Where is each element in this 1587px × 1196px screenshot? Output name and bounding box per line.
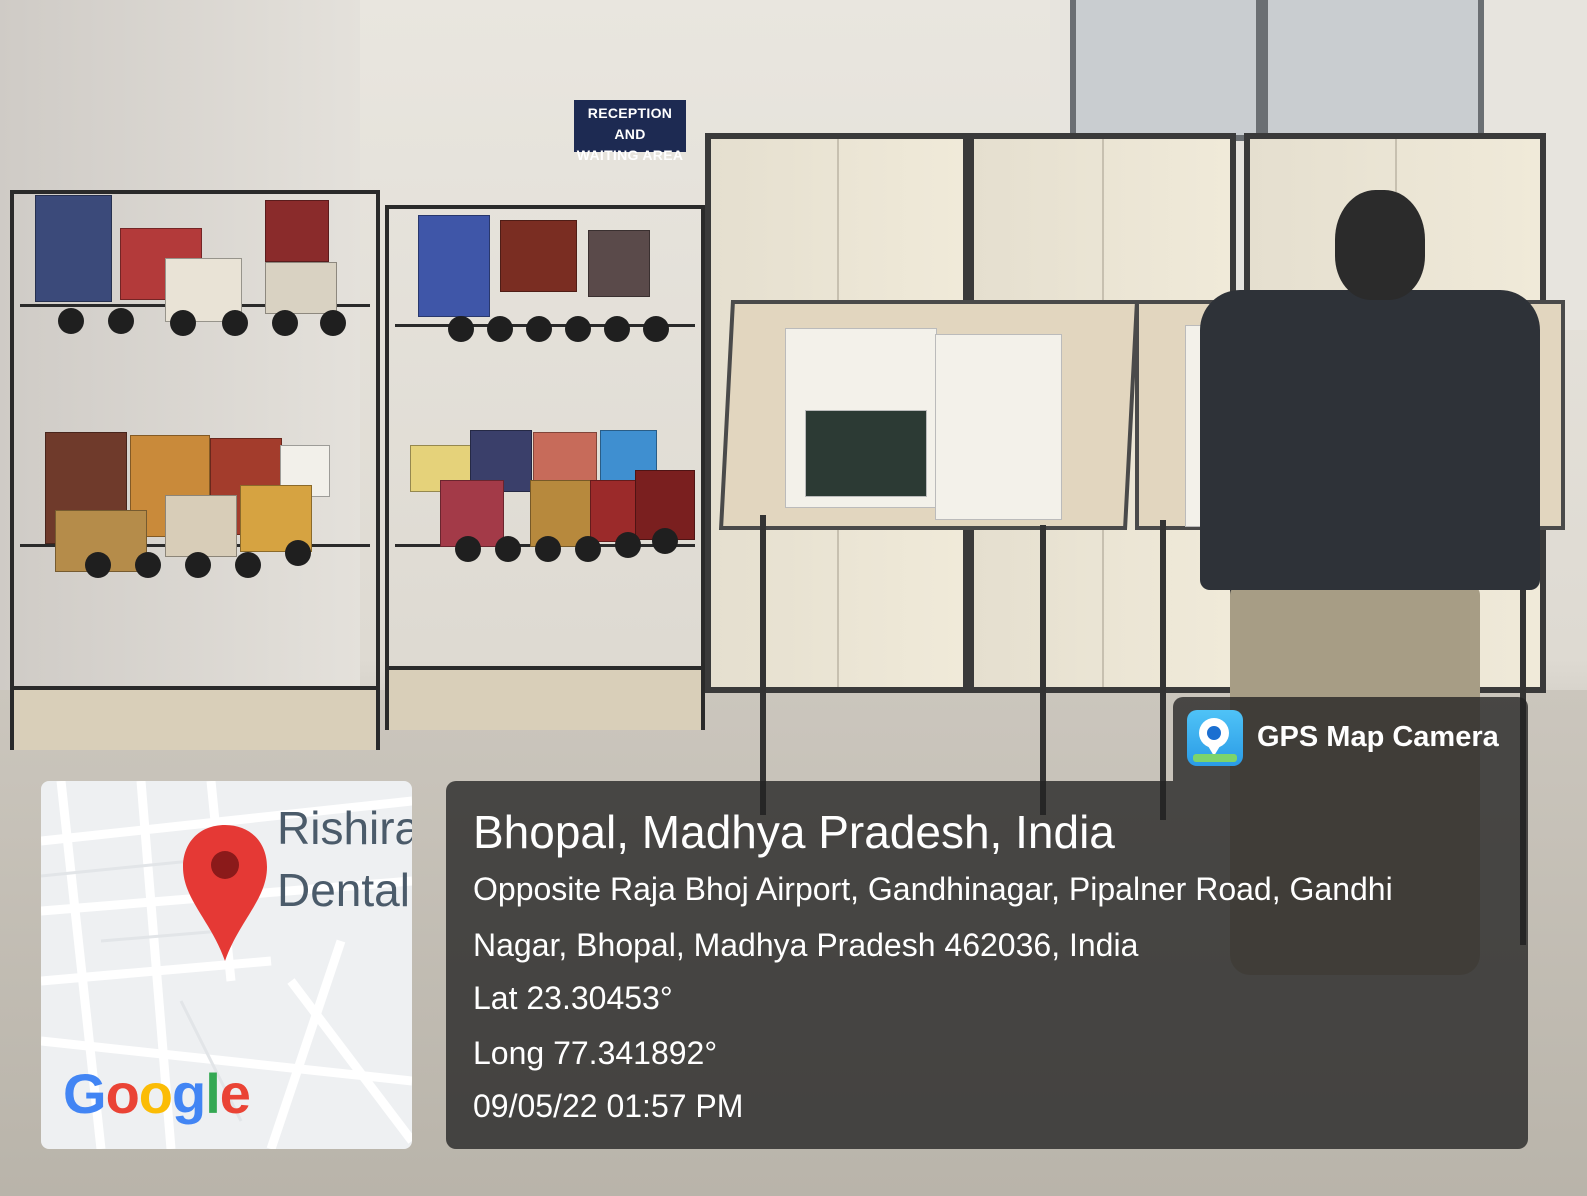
magazine <box>265 200 329 262</box>
badge-label: GPS Map Camera <box>1257 721 1499 753</box>
google-logo-letter: o <box>105 1062 140 1125</box>
window-pane <box>1070 0 1262 141</box>
newspaper <box>935 334 1062 520</box>
gps-map-camera-icon <box>1187 710 1243 766</box>
magazine <box>418 215 490 317</box>
magazine <box>35 195 112 302</box>
map-place-label: Rishira <box>277 802 412 854</box>
sign-line: RECEPTION AND <box>587 105 673 142</box>
map-place-label: Dental <box>277 864 410 916</box>
address-line: Nagar, Bhopal, Madhya Pradesh 462036, In… <box>473 927 1139 963</box>
photo-scene: RECEPTION AND WAITING AREA Rishira Denta… <box>0 0 1587 1196</box>
window-pane <box>1262 0 1484 141</box>
latitude: Lat 23.30453° <box>473 980 673 1016</box>
google-logo-letter: G <box>63 1062 107 1125</box>
map-thumbnail: Rishira Dental Google <box>41 781 412 1149</box>
google-logo: Google <box>63 1061 251 1126</box>
location-title: Bhopal, Madhya Pradesh, India <box>473 806 1115 858</box>
magazine <box>588 230 650 297</box>
location-pin-icon <box>183 825 267 961</box>
google-logo-letter: e <box>219 1062 251 1125</box>
gps-map-camera-badge: GPS Map Camera <box>1173 697 1528 781</box>
location-info-panel: Bhopal, Madhya Pradesh, India Opposite R… <box>446 781 1528 1149</box>
longitude: Long 77.341892° <box>473 1035 718 1071</box>
google-logo-letter: o <box>138 1062 173 1125</box>
magazine <box>165 495 237 557</box>
magazine <box>265 262 337 314</box>
newspaper-ad <box>805 410 927 497</box>
google-logo-letter: l <box>205 1062 221 1125</box>
address-line: Opposite Raja Bhoj Airport, Gandhinagar,… <box>473 871 1393 907</box>
datetime: 09/05/22 01:57 PM <box>473 1088 744 1124</box>
sign-line: WAITING AREA <box>576 147 684 163</box>
magazine <box>500 220 577 292</box>
reception-sign: RECEPTION AND WAITING AREA <box>574 100 686 163</box>
google-logo-letter: g <box>172 1062 206 1125</box>
